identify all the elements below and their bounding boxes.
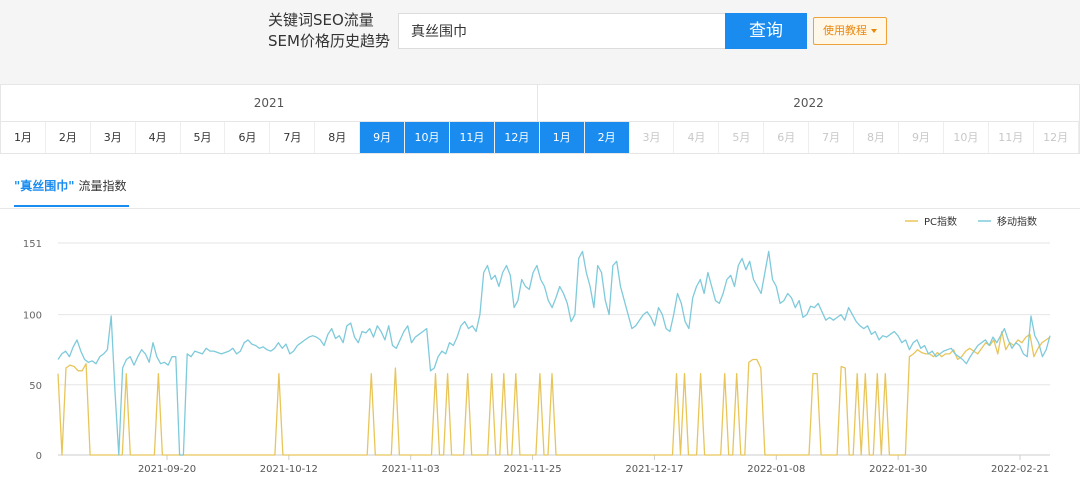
x-tick-label: 2022-01-30 [869,464,927,475]
month-2022-1[interactable]: 1月 [539,122,585,153]
x-tick-label: 2021-10-12 [260,464,318,475]
month-2021-9[interactable]: 9月 [360,122,406,153]
month-2022-2[interactable]: 2月 [584,122,630,153]
x-tick-label: 2021-09-20 [138,464,196,475]
traffic-index-line-chart: 0 50 100 151 2021-09-20 2021-10-12 2021-11-03 2… [23,215,1051,475]
month-2021-11[interactable]: 11月 [450,122,495,153]
x-tick-label: 2021-11-03 [382,464,440,475]
tutorial-dropdown-button[interactable]: 使用教程 [813,17,887,45]
month-2022-4: 4月 [675,122,720,153]
tab-keyword: "真丝围巾" [14,179,75,193]
y-tick-label: 0 [36,451,42,462]
caret-down-icon [871,29,877,33]
x-tick-label: 2022-01-08 [747,464,805,475]
year-label-2022: 2022 [793,96,824,110]
year-label-2021: 2021 [1,85,538,121]
y-tick-label: 100 [23,311,42,322]
month-2022-12: 12月 [1034,122,1079,153]
page-title-line2: SEM价格历史趋势 [268,32,390,50]
month-2022-10: 10月 [944,122,989,153]
year-row: 2021 2022 [1,85,1079,122]
month-2022-7: 7月 [809,122,855,153]
month-2021-10[interactable]: 10月 [405,122,450,153]
month-selector: 2021 2022 1月 2月 3月 4月 5月 6月 7月 8月 9月 10月 11月 12月 1月 2… [0,84,1080,154]
keyword-search-input[interactable] [398,13,726,49]
month-2022-3: 3月 [630,122,675,153]
y-tick-label: 50 [29,381,42,392]
month-2021-2[interactable]: 2月 [46,122,91,153]
month-row: 1月 2月 3月 4月 5月 6月 7月 8月 9月 10月 11月 12月 1月 2月 3月 4月 5月 6月 7… [1,122,1079,154]
tab-traffic-index[interactable]: "真丝围巾" 流量指数 [14,177,129,207]
month-2022-5: 5月 [719,122,765,153]
month-2021-3[interactable]: 3月 [91,122,136,153]
month-2022-8: 8月 [854,122,899,153]
tutorial-button-label: 使用教程 [823,24,867,37]
month-2021-7[interactable]: 7月 [270,122,316,153]
x-tick-label: 2021-11-25 [504,464,562,475]
tab-label: 流量指数 [78,179,127,193]
month-2022-6: 6月 [764,122,810,153]
month-2021-4[interactable]: 4月 [136,122,181,153]
month-2022-9: 9月 [899,122,944,153]
page-title: 关键词SEO流量 SEM价格历史趋势 [268,10,398,52]
page-title-line1: 关键词SEO流量 [268,11,374,29]
series-line-pc [57,330,1051,456]
y-tick-label: 151 [23,239,42,250]
legend-label-pc: PC指数 [924,215,957,228]
month-2021-12[interactable]: 12月 [494,122,540,153]
month-2021-8[interactable]: 8月 [315,122,361,153]
month-2021-1[interactable]: 1月 [1,122,46,153]
search-header: 关键词SEO流量 SEM价格历史趋势 查询 使用教程 [0,0,1080,84]
x-tick-label: 2021-12-17 [625,464,683,475]
month-2022-11: 11月 [989,122,1034,153]
legend-label-mobile: 移动指数 [997,215,1037,228]
month-2021-5[interactable]: 5月 [181,122,226,153]
month-2021-6[interactable]: 6月 [226,122,271,153]
query-button[interactable]: 查询 [725,13,807,49]
x-tick-label: 2022-02-21 [991,464,1049,475]
